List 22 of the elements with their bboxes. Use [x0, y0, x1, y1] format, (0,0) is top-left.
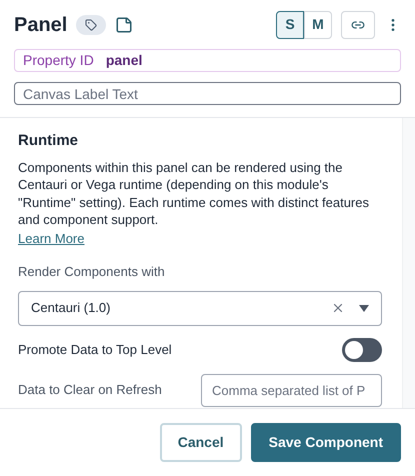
tag-button[interactable] — [76, 14, 106, 34]
field-label: Render Components with — [18, 263, 166, 281]
note-icon[interactable] — [115, 16, 134, 34]
toggle-label: Promote Data to Top Level — [18, 340, 172, 359]
panel-title: Panel — [14, 12, 68, 38]
clear-icon[interactable] — [331, 301, 345, 315]
promote-toggle[interactable] — [342, 338, 382, 362]
clear-data-field[interactable]: Comma separated list of P — [201, 374, 382, 406]
section-heading: Runtime — [18, 131, 79, 151]
dropdown-arrow-icon[interactable] — [359, 304, 369, 312]
size-toggle[interactable]: M — [304, 10, 332, 38]
property-id-field[interactable]: Property ID panel — [14, 49, 401, 72]
save-button[interactable]: Save Component — [250, 423, 401, 462]
size-toggle[interactable]: S — [276, 10, 304, 38]
tag-icon — [85, 18, 98, 30]
learn-more-link[interactable]: Learn More — [18, 228, 84, 248]
runtime-description: Components within this panel can be rendered using the Centauri or Vega runtime (depending on this module's "Runtime" setting). Each runtime comes with distinct features and component support. — [18, 158, 370, 228]
field-label: Data to Clear on Refresh — [18, 381, 162, 400]
runtime-select[interactable]: Centauri (1.0) — [18, 290, 382, 326]
canvas-label-field[interactable]: Canvas Label Text — [14, 82, 401, 105]
link-button[interactable] — [341, 10, 375, 38]
cancel-button[interactable]: Cancel — [160, 423, 242, 462]
